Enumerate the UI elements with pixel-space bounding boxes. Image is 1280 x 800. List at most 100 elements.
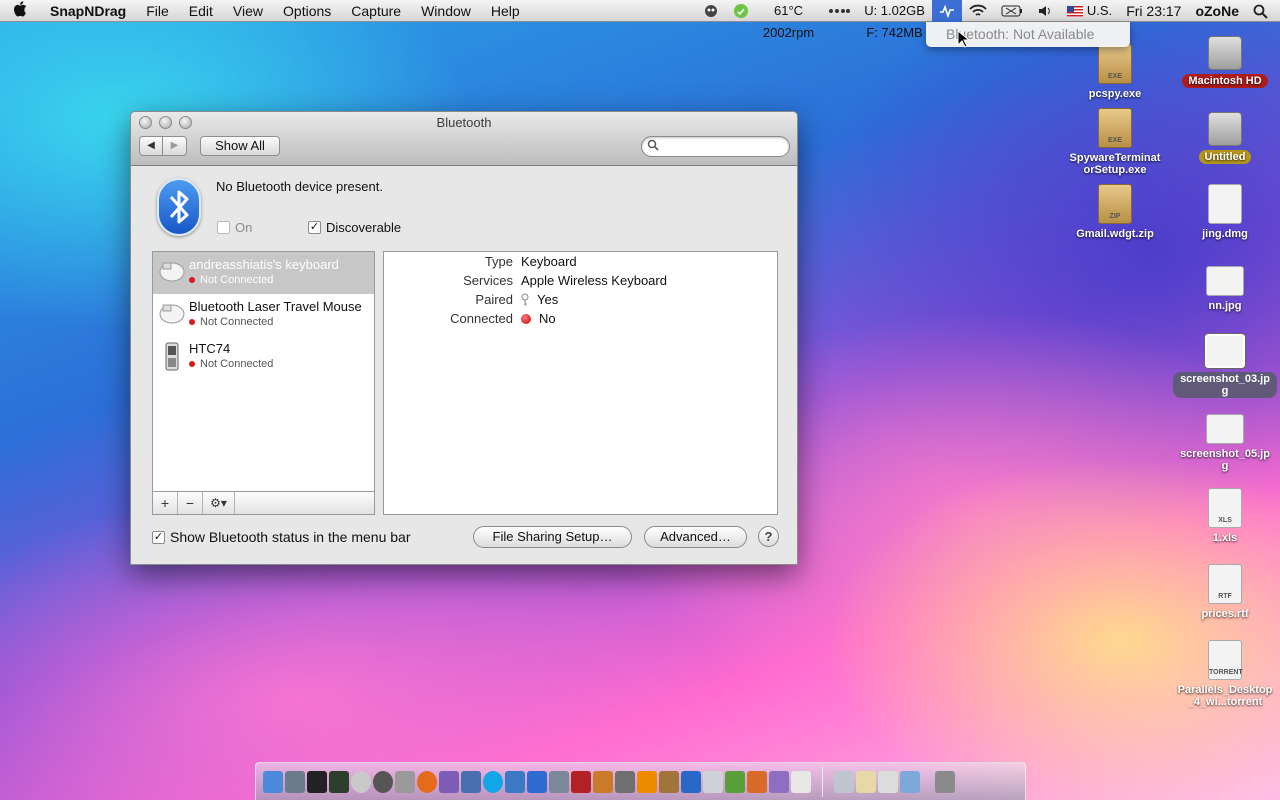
advanced-button[interactable]: Advanced…: [644, 526, 747, 548]
desktop-icon-untitled[interactable]: Untitled: [1177, 106, 1273, 164]
trash-icon[interactable]: [935, 770, 955, 793]
mem-free: F: 742MB: [866, 25, 923, 40]
desktop-icon-prices-rtf[interactable]: RTF prices.rtf: [1177, 564, 1273, 620]
app-icon[interactable]: [615, 770, 635, 793]
window-title: Bluetooth: [436, 115, 492, 130]
temp-value: 61°C: [774, 3, 804, 18]
app-icon[interactable]: [571, 770, 591, 793]
clock[interactable]: Fri 23:17: [1119, 0, 1188, 22]
menu-window[interactable]: Window: [411, 0, 481, 22]
desktop-icon-screenshot-03[interactable]: screenshot_03.jpg: [1172, 333, 1278, 398]
preview-icon[interactable]: [505, 770, 525, 793]
device-item-keyboard[interactable]: andreasshiatis's keyboard Not Connected: [153, 252, 374, 294]
desktop-icon-label: SpywareTerminatorSetup.exe: [1069, 152, 1161, 176]
menu-options[interactable]: Options: [273, 0, 341, 22]
input-source-menu[interactable]: U.S.: [1060, 0, 1119, 22]
word-icon[interactable]: [681, 770, 701, 793]
detail-key: Paired: [475, 292, 513, 307]
activity-monitor-icon[interactable]: [329, 770, 349, 793]
device-status-label: Not Connected: [200, 274, 274, 286]
desktop-icon-macintosh-hd[interactable]: Macintosh HD: [1177, 30, 1273, 88]
add-device-button[interactable]: +: [153, 492, 178, 514]
search-field[interactable]: [641, 136, 790, 157]
excel-icon[interactable]: [725, 770, 745, 793]
torrent-file-icon: TORRENT: [1208, 640, 1243, 680]
bluetooth-menu-icon[interactable]: [931, 0, 962, 22]
system-preferences-icon[interactable]: [395, 770, 415, 793]
dashboard-icon[interactable]: [285, 770, 305, 793]
desktop-icon-pcspy[interactable]: EXE pcspy.exe: [1067, 44, 1163, 100]
app-icon[interactable]: [439, 770, 459, 793]
spotlight-icon[interactable]: [1246, 0, 1280, 22]
desktop-icon-label: Untitled: [1198, 150, 1252, 164]
input-source-label: U.S.: [1086, 3, 1113, 18]
powerpoint-icon[interactable]: [747, 770, 767, 793]
discoverable-checkbox[interactable]: ✓ Discoverable: [308, 220, 401, 235]
desktop-icon-1-xls[interactable]: XLS 1.xls: [1177, 488, 1273, 544]
desktop-icon-jing-dmg[interactable]: jing.dmg: [1177, 184, 1273, 240]
desktop-icon-parallels-torrent[interactable]: TORRENT Parallels_Desktop_4_wi...torrent: [1177, 640, 1273, 708]
itunes-icon[interactable]: [527, 770, 547, 793]
menu-help[interactable]: Help: [481, 0, 530, 22]
on-checkbox[interactable]: On: [217, 220, 252, 235]
app-menu-snapndrag[interactable]: SnapNDrag: [40, 0, 136, 22]
hard-drive-icon: [1208, 36, 1242, 70]
disconnected-status-icon: [521, 313, 531, 324]
volume-icon[interactable]: [1030, 0, 1060, 22]
vlc-icon[interactable]: [637, 770, 657, 793]
documents-stack-icon[interactable]: [856, 770, 876, 793]
forward-button[interactable]: ▶: [163, 136, 187, 156]
firefox-icon[interactable]: [417, 770, 437, 793]
time-machine-icon[interactable]: [351, 770, 371, 793]
app-icon[interactable]: [461, 770, 481, 793]
wifi-icon[interactable]: [962, 0, 994, 22]
remove-device-button[interactable]: −: [178, 492, 203, 514]
terminal-icon[interactable]: [307, 770, 327, 793]
disconnected-dot-icon: [189, 361, 195, 367]
menu-edit[interactable]: Edit: [179, 0, 223, 22]
disk-image-icon: [1208, 184, 1242, 224]
back-button[interactable]: ◀: [139, 136, 163, 156]
activity-dots-icon[interactable]: [821, 0, 857, 22]
gear-menu-button[interactable]: ⚙▾: [203, 492, 235, 514]
app-icon[interactable]: [769, 770, 789, 793]
detail-value: Apple Wireless Keyboard: [521, 273, 667, 288]
device-item-htc74[interactable]: HTC74 Not Connected: [153, 336, 374, 378]
stack-icon[interactable]: [834, 770, 854, 793]
menu-file[interactable]: File: [136, 0, 179, 22]
desktop-icon-nn-jpg[interactable]: nn.jpg: [1177, 262, 1273, 312]
disk-utility-icon[interactable]: [373, 770, 393, 793]
search-input[interactable]: [664, 139, 782, 154]
desktop-icon-screenshot-05[interactable]: screenshot_05.jpg: [1177, 414, 1273, 472]
app-icon[interactable]: [549, 770, 569, 793]
ghost-icon[interactable]: [696, 0, 726, 22]
menu-view[interactable]: View: [223, 0, 273, 22]
app-icon[interactable]: [703, 770, 723, 793]
device-item-mouse[interactable]: Bluetooth Laser Travel Mouse Not Connect…: [153, 294, 374, 336]
file-sharing-setup-button[interactable]: File Sharing Setup…: [473, 526, 632, 548]
show-all-button[interactable]: Show All: [200, 136, 280, 156]
memory-readout[interactable]: U: 1.02GB F: 742MB: [857, 0, 932, 40]
menu-capture[interactable]: Capture: [341, 0, 411, 22]
skype-icon[interactable]: [483, 770, 503, 793]
app-icon[interactable]: [791, 770, 811, 793]
apple-menu-icon[interactable]: [0, 0, 40, 21]
show-status-checkbox[interactable]: ✓ Show Bluetooth status in the menu bar: [152, 529, 410, 545]
photo-app-icon[interactable]: [593, 770, 613, 793]
downloads-folder-icon[interactable]: [900, 770, 920, 793]
search-icon: [647, 139, 659, 154]
leaf-status-icon[interactable]: [726, 0, 756, 22]
disconnected-dot-icon: [189, 277, 195, 283]
temp-readout[interactable]: 61°C 2002rpm: [756, 0, 821, 40]
document-icon[interactable]: [878, 770, 898, 793]
detail-value: Yes: [521, 292, 558, 307]
desktop-icon-gmail-widget[interactable]: ZIP Gmail.wdgt.zip: [1067, 184, 1163, 240]
help-button[interactable]: ?: [758, 526, 779, 547]
brush-icon[interactable]: [659, 770, 679, 793]
finder-icon[interactable]: [263, 770, 283, 793]
desktop-icon-spywareterminator[interactable]: EXE SpywareTerminatorSetup.exe: [1067, 108, 1163, 176]
desktop-icon-label: Parallels_Desktop_4_wi...torrent: [1177, 684, 1273, 708]
user-menu[interactable]: oZoNe: [1188, 0, 1246, 22]
battery-icon[interactable]: [994, 0, 1030, 22]
desktop-icon-label: Gmail.wdgt.zip: [1076, 228, 1154, 240]
